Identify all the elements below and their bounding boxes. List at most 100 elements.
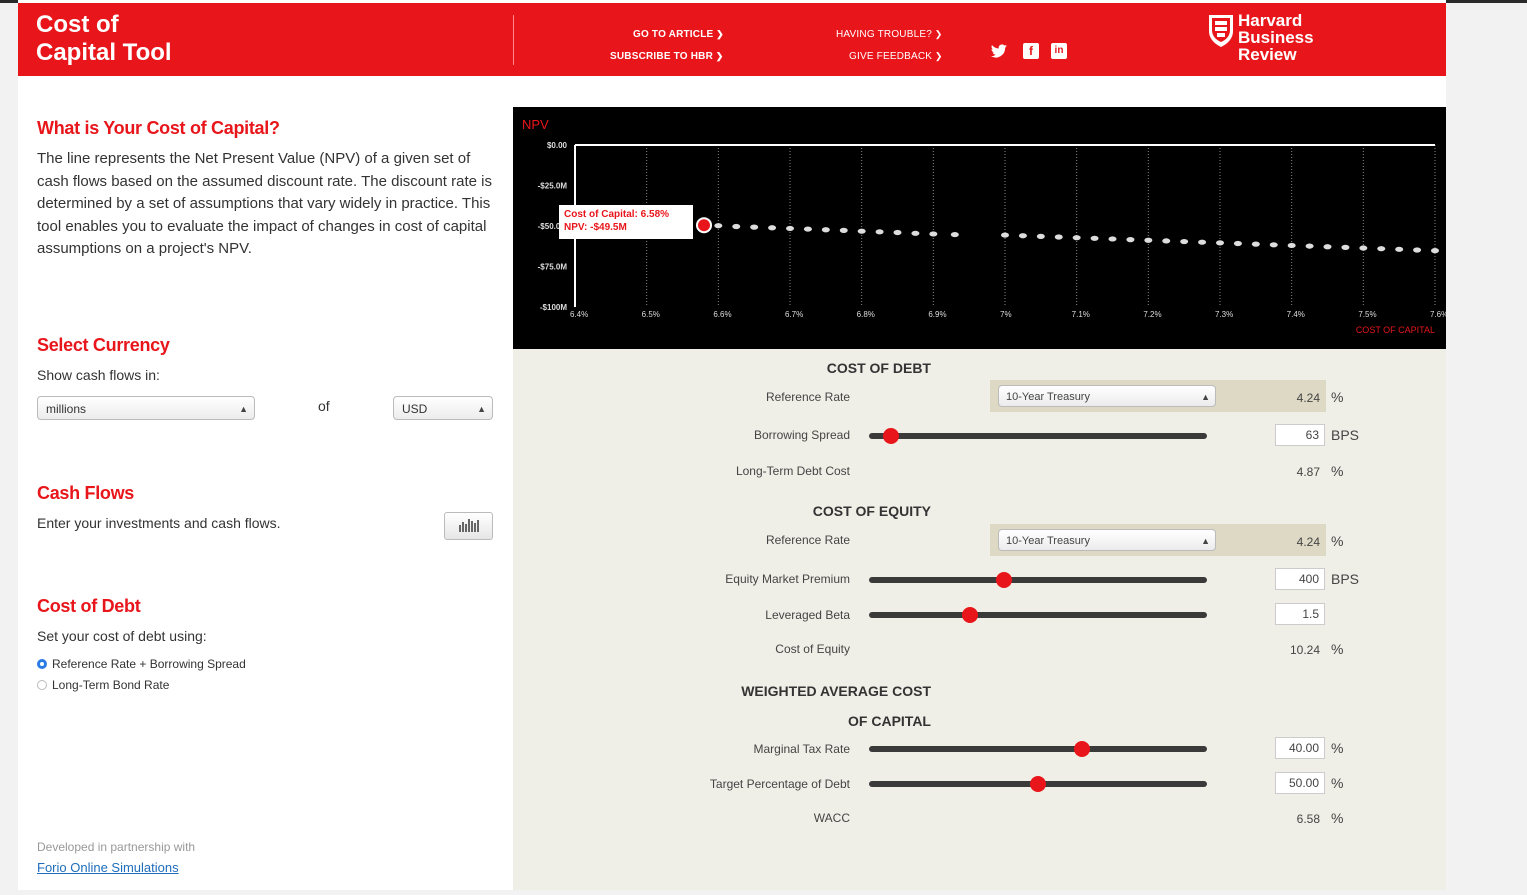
currency-heading: Select Currency bbox=[37, 335, 170, 355]
leveraged-beta-input[interactable]: 1.5 bbox=[1275, 603, 1325, 625]
forio-link[interactable]: Forio Online Simulations bbox=[37, 860, 179, 875]
x-tick-label: 6.9% bbox=[928, 310, 946, 319]
data-point bbox=[911, 230, 920, 236]
wacc-section-title-line2: OF CAPITAL bbox=[848, 713, 931, 729]
unit-percent: % bbox=[1331, 463, 1344, 479]
debt-reference-rate-value: 4.24 bbox=[1296, 391, 1320, 405]
unit-percent: % bbox=[1331, 389, 1344, 405]
intro-text: The line represents the Net Present Valu… bbox=[37, 150, 492, 257]
data-point bbox=[1269, 242, 1278, 248]
select-arrows-icon: ▲ bbox=[239, 404, 248, 414]
subscribe-link[interactable]: SUBSCRIBE TO HBR bbox=[610, 51, 723, 62]
target-percentage-debt-slider[interactable] bbox=[869, 776, 1207, 792]
select-value: 10-Year Treasury bbox=[1006, 535, 1090, 547]
data-point bbox=[768, 225, 777, 231]
debt-reference-rate-select[interactable]: 10-Year Treasury ▲ bbox=[998, 385, 1216, 407]
facebook-icon[interactable]: f bbox=[1023, 43, 1039, 59]
cost-of-debt-heading: Cost of Debt bbox=[37, 596, 141, 616]
marginal-tax-rate-input[interactable]: 40.00 bbox=[1275, 737, 1325, 759]
slider-handle[interactable] bbox=[882, 428, 899, 444]
x-tick-label: 6.4% bbox=[570, 310, 588, 319]
debt-reference-rate-label: Reference Rate bbox=[765, 390, 850, 404]
x-tick-label: 7.5% bbox=[1358, 310, 1376, 319]
data-point bbox=[950, 231, 959, 238]
radio-unselected-icon bbox=[37, 680, 47, 690]
data-point bbox=[875, 229, 884, 235]
tooltip-value1: 6.58% bbox=[640, 209, 670, 221]
data-point bbox=[1233, 240, 1242, 247]
data-point bbox=[1072, 235, 1081, 241]
borrowing-spread-input[interactable]: 63 bbox=[1275, 424, 1325, 446]
equity-market-premium-input[interactable]: 400 bbox=[1275, 568, 1325, 590]
wacc-section-title-line1: WEIGHTED AVERAGE COST bbox=[741, 683, 931, 699]
x-tick-label: 7.3% bbox=[1215, 310, 1233, 319]
data-point bbox=[1054, 234, 1063, 240]
equity-reference-rate-value: 4.24 bbox=[1296, 535, 1320, 549]
borrowing-spread-slider[interactable] bbox=[869, 428, 1207, 444]
unit-percent: % bbox=[1331, 533, 1344, 549]
x-tick-label: 7.6% bbox=[1430, 310, 1446, 319]
tooltip-label1: Cost of Capital: bbox=[564, 209, 638, 221]
x-tick-label: 6.6% bbox=[713, 310, 731, 319]
data-point bbox=[1001, 232, 1009, 238]
target-percentage-debt-input[interactable]: 50.00 bbox=[1275, 772, 1325, 794]
header-bar: Cost of Capital Tool GO TO ARTICLE SUBSC… bbox=[18, 3, 1446, 76]
give-feedback-link[interactable]: GIVE FEEDBACK bbox=[849, 51, 943, 62]
y-tick-label: -$100M bbox=[540, 303, 567, 312]
unit-percent: % bbox=[1331, 810, 1344, 826]
equity-market-premium-label: Equity Market Premium bbox=[725, 572, 850, 586]
slider-handle[interactable] bbox=[1030, 776, 1046, 792]
equity-reference-rate-select[interactable]: 10-Year Treasury ▲ bbox=[998, 529, 1216, 551]
data-point bbox=[1395, 246, 1404, 252]
x-tick-label: 7.4% bbox=[1287, 310, 1305, 319]
data-point bbox=[1180, 238, 1189, 245]
select-arrows-icon: ▲ bbox=[1201, 392, 1210, 402]
highlight-point bbox=[696, 217, 712, 234]
cost-of-debt-label: Set your cost of debt using: bbox=[37, 628, 207, 644]
data-point bbox=[1144, 237, 1153, 243]
cost-of-debt-section-title: COST OF DEBT bbox=[826, 360, 931, 376]
data-point bbox=[750, 224, 759, 230]
marginal-tax-rate-slider[interactable] bbox=[869, 741, 1207, 757]
unit-select[interactable]: millions ▲ bbox=[37, 396, 255, 420]
x-tick-label: 6.8% bbox=[857, 310, 875, 319]
x-tick-label: 6.7% bbox=[785, 310, 803, 319]
radio-long-term-bond[interactable]: Long-Term Bond Rate bbox=[37, 678, 169, 692]
tooltip-value2: -$49.5M bbox=[590, 222, 627, 234]
currency-label: Show cash flows in: bbox=[37, 367, 160, 383]
data-point bbox=[821, 227, 830, 233]
borrowing-spread-label: Borrowing Spread bbox=[753, 428, 850, 442]
radio-reference-rate[interactable]: Reference Rate + Borrowing Spread bbox=[37, 657, 246, 671]
twitter-icon[interactable] bbox=[990, 43, 1007, 59]
leveraged-beta-slider[interactable] bbox=[869, 607, 1207, 623]
linkedin-icon[interactable]: in bbox=[1051, 43, 1067, 59]
data-point bbox=[929, 231, 938, 237]
unit-percent: % bbox=[1331, 641, 1344, 657]
header-divider bbox=[513, 15, 514, 65]
go-to-article-link[interactable]: GO TO ARTICLE bbox=[633, 29, 724, 40]
data-point bbox=[839, 227, 848, 233]
y-tick-label: -$75.0M bbox=[538, 263, 568, 272]
data-point bbox=[1251, 241, 1260, 247]
data-point bbox=[1305, 243, 1314, 249]
cashflows-label: Enter your investments and cash flows. bbox=[37, 515, 281, 531]
data-point bbox=[1287, 242, 1296, 249]
data-point bbox=[1018, 233, 1027, 239]
x-tick-label: 7% bbox=[1000, 310, 1012, 319]
cost-of-equity-label: Cost of Equity bbox=[775, 642, 850, 656]
long-term-debt-cost-label: Long-Term Debt Cost bbox=[735, 464, 850, 478]
unit-percent: % bbox=[1331, 740, 1344, 756]
partner-note: Developed in partnership with bbox=[37, 840, 196, 854]
cost-of-equity-value: 10.24 bbox=[1289, 643, 1320, 657]
data-point bbox=[714, 223, 723, 229]
hbr-logo-text: Harvard Business Review bbox=[1238, 11, 1314, 64]
data-point bbox=[1216, 240, 1224, 246]
data-point bbox=[1126, 237, 1135, 243]
data-point bbox=[893, 229, 902, 236]
having-trouble-link[interactable]: HAVING TROUBLE? bbox=[836, 29, 942, 40]
data-point bbox=[1323, 244, 1332, 250]
equity-market-premium-slider[interactable] bbox=[869, 572, 1207, 588]
x-axis-title: COST OF CAPITAL bbox=[1356, 325, 1435, 335]
y-tick-label: -$25.0M bbox=[538, 182, 568, 191]
slider-handle[interactable] bbox=[1073, 741, 1090, 757]
